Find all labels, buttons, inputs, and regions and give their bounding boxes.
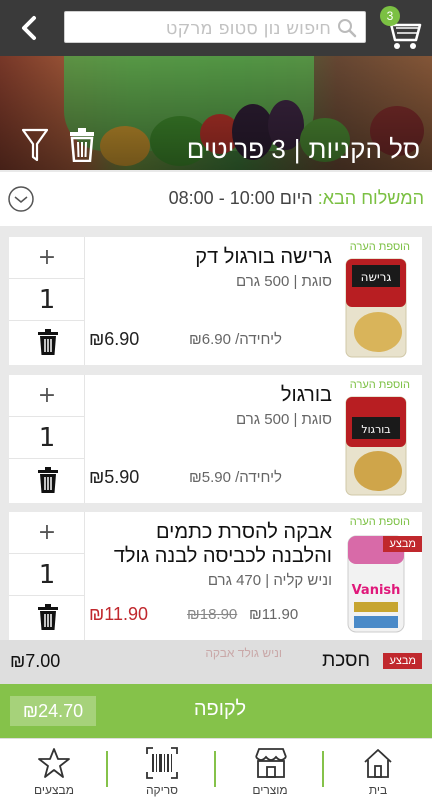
chevron-down-icon[interactable] <box>8 186 34 212</box>
quantity-stepper: + 1 <box>9 375 85 503</box>
package-label: Vanish <box>352 583 401 598</box>
filter-icon[interactable] <box>22 128 48 162</box>
next-delivery-row: המשלוח הבא: היום 10:00 - 08:00 <box>0 172 432 226</box>
cart-items-count: 3 פריטים <box>186 134 286 164</box>
nav-label: סריקה <box>145 783 179 797</box>
promo-badge: מבצע <box>383 536 422 552</box>
nav-label: בית <box>368 783 388 797</box>
top-bar: 3 <box>0 0 432 56</box>
nav-scan[interactable]: סריקה <box>108 739 216 800</box>
nav-products[interactable]: מוצרים <box>216 739 324 800</box>
remove-item-trash-icon[interactable] <box>37 329 59 355</box>
store-icon <box>255 748 287 778</box>
item-total-price: ₪11.90 <box>89 604 148 624</box>
product-name[interactable]: בורגול <box>102 383 332 407</box>
quantity-value: 1 <box>9 279 85 321</box>
next-delivery-label: המשלוח הבא: <box>317 188 424 208</box>
add-note-link[interactable]: הוספת הערה <box>350 516 410 528</box>
product-brand-weight: וניש קליה | 470 גרם <box>207 572 332 589</box>
star-icon <box>38 748 70 778</box>
item-total-price: ₪5.90 <box>89 467 140 487</box>
increase-quantity-button[interactable]: + <box>9 375 85 417</box>
cart-count-badge: 3 <box>380 6 400 26</box>
product-name[interactable]: גרישה בורגול דק <box>102 245 332 269</box>
add-note-link[interactable]: הוספת הערה <box>350 241 410 253</box>
package-label: בורגול <box>361 423 390 436</box>
product-brand-weight: סוגת | 500 גרם <box>236 411 332 428</box>
clear-cart-trash-icon[interactable] <box>68 128 96 162</box>
increase-quantity-button[interactable]: + <box>9 237 85 279</box>
product-name[interactable]: אבקה להסרת כתמים והלבנה לכביסה לבנה גולד <box>112 520 332 568</box>
product-brand-weight: סוגת | 500 גרם <box>236 273 332 290</box>
unit-price: ₪11.90 <box>249 606 299 623</box>
cart-banner: סל הקניות|3 פריטים <box>0 56 432 170</box>
nav-home[interactable]: בית <box>324 739 432 800</box>
title-separator: | <box>293 134 301 164</box>
increase-quantity-button[interactable]: + <box>9 512 85 554</box>
savings-label: חסכת <box>322 650 370 671</box>
savings-strip: ₪7.00 וניש גולד אבקה חסכת מבצע <box>0 640 432 684</box>
promo-badge: מבצע <box>383 653 422 669</box>
product-image[interactable]: בורגול <box>344 395 408 497</box>
search-input[interactable] <box>69 15 331 41</box>
search-icon <box>338 19 357 38</box>
cart-item: + 1 גרישה בורגול דק סוגת | 500 גרם ₪6.90… <box>9 237 422 365</box>
barcode-icon <box>146 747 178 779</box>
nav-deals[interactable]: מבצעים <box>0 739 108 800</box>
savings-amount: ₪7.00 <box>10 651 61 671</box>
quantity-stepper: + 1 <box>9 237 85 365</box>
checkout-label: לקופה <box>193 698 247 720</box>
remove-item-trash-icon[interactable] <box>37 604 59 630</box>
cart-total: ₪24.70 <box>10 696 96 726</box>
cart-title-label: סל הקניות <box>308 134 420 164</box>
product-image[interactable]: גרישה <box>344 257 408 359</box>
package-label: גרישה <box>361 270 392 284</box>
quantity-stepper: + 1 <box>9 512 85 640</box>
cart-item: + 1 בורגול סוגת | 500 גרם ₪5.90 /ליחידה … <box>9 375 422 503</box>
nav-label: מבצעים <box>34 783 74 797</box>
home-icon <box>364 749 392 778</box>
search-field[interactable] <box>64 11 366 43</box>
savings-promo-name: וניש גולד אבקה <box>205 646 282 660</box>
original-price: ₪18.90 <box>187 606 238 623</box>
unit-price: ₪5.90 /ליחידה <box>189 469 282 486</box>
back-icon[interactable] <box>14 10 44 46</box>
cart-title: סל הקניות|3 פריטים <box>187 134 420 165</box>
quantity-value: 1 <box>9 554 85 596</box>
remove-item-trash-icon[interactable] <box>37 467 59 493</box>
nav-label: מוצרים <box>252 783 288 797</box>
add-note-link[interactable]: הוספת הערה <box>350 379 410 391</box>
checkout-button[interactable]: ₪24.70 לקופה <box>0 684 432 738</box>
cart-item: + 1 אבקה להסרת כתמים והלבנה לכביסה לבנה … <box>9 512 422 640</box>
next-delivery-time: היום 10:00 - 08:00 <box>168 188 313 208</box>
unit-price: ₪6.90 /ליחידה <box>189 331 282 348</box>
next-delivery-text: המשלוח הבא: היום 10:00 - 08:00 <box>169 188 424 209</box>
item-total-price: ₪6.90 <box>89 329 140 349</box>
quantity-value: 1 <box>9 417 85 459</box>
bottom-navigation: מבצעים סריקה מוצרים בית <box>0 738 432 800</box>
cart-button[interactable]: 3 <box>380 6 424 52</box>
